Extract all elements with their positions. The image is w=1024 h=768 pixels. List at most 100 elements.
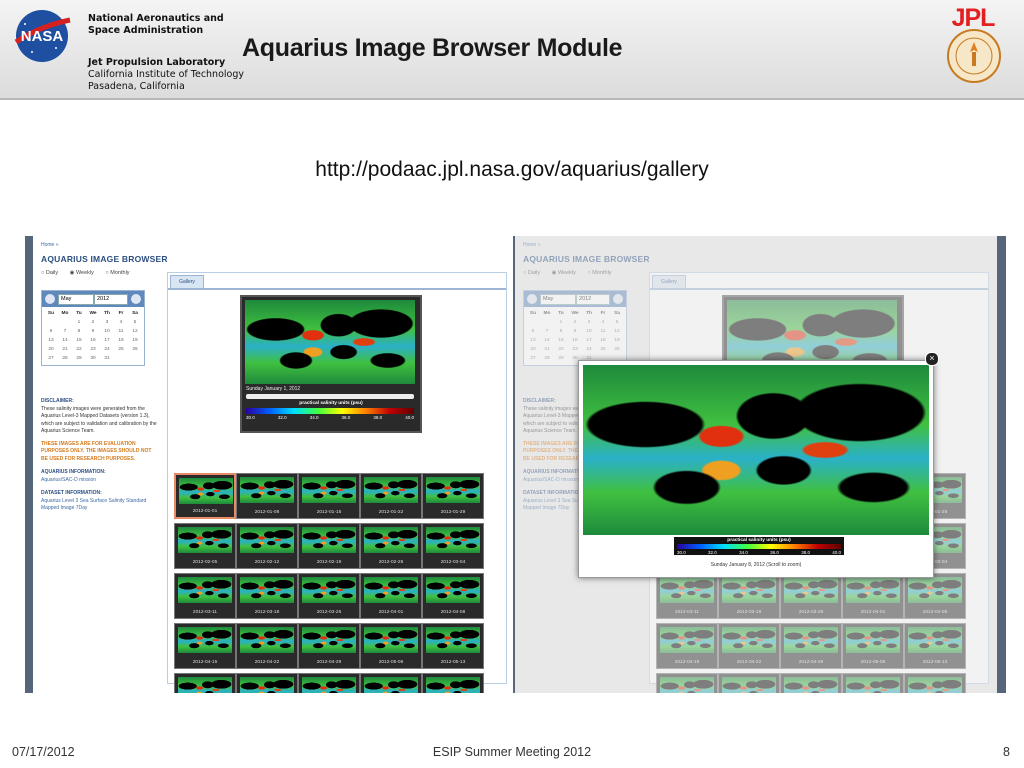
calendar-day[interactable]: 11 — [596, 329, 610, 334]
salinity-map[interactable] — [245, 300, 415, 384]
prev-month-icon[interactable] — [527, 294, 537, 304]
thumbnail-item[interactable]: 2012-06-03 — [298, 673, 360, 693]
thumbnail-item[interactable]: 2012-04-08 — [904, 573, 966, 619]
calendar-day[interactable]: 3 — [582, 320, 596, 325]
thumbnail-item[interactable]: 2012-02-12 — [236, 523, 298, 569]
thumbnail-item[interactable]: 2012-02-05 — [174, 523, 236, 569]
preview-image[interactable]: Sunday January 1, 2012 practical salinit… — [240, 295, 422, 433]
thumbnail-item[interactable]: 2012-02-26 — [360, 523, 422, 569]
calendar-day[interactable]: 23 — [86, 347, 100, 352]
calendar-day[interactable]: 22 — [72, 347, 86, 352]
calendar-day[interactable]: 15 — [554, 338, 568, 343]
thumbnail-item[interactable]: 2012-01-22 — [360, 473, 422, 519]
calendar-day[interactable]: 16 — [568, 338, 582, 343]
calendar-day[interactable]: 8 — [72, 329, 86, 334]
calendar-day[interactable]: 13 — [526, 338, 540, 343]
calendar-day[interactable]: 18 — [596, 338, 610, 343]
thumbnail-item[interactable]: 2012-04-29 — [780, 623, 842, 669]
thumbnail-item[interactable]: 2012-04-29 — [298, 623, 360, 669]
calendar-day[interactable]: 26 — [610, 347, 624, 352]
tab-gallery[interactable]: Gallery — [652, 275, 686, 289]
calendar-day[interactable]: 12 — [128, 329, 142, 334]
thumbnail-item[interactable]: 2012-03-04 — [422, 523, 484, 569]
calendar-day[interactable]: 26 — [128, 347, 142, 352]
thumbnail-item[interactable]: 2012-02-19 — [298, 523, 360, 569]
thumbnail-item[interactable]: 2012-01-08 — [236, 473, 298, 519]
thumbnail-item[interactable]: 2012-03-18 — [718, 573, 780, 619]
month-select[interactable]: May — [540, 294, 576, 305]
calendar-day[interactable]: 5 — [128, 320, 142, 325]
thumbnail-item[interactable]: 2012-05-06 — [360, 623, 422, 669]
date-slider[interactable] — [246, 394, 414, 399]
calendar-day[interactable]: 17 — [582, 338, 596, 343]
calendar-day[interactable]: 8 — [554, 329, 568, 334]
calendar-day[interactable]: 19 — [610, 338, 624, 343]
thumbnail-item[interactable]: 2012-04-01 — [842, 573, 904, 619]
thumbnail-item[interactable]: 2012-06-17 — [904, 673, 966, 693]
calendar-day[interactable]: 22 — [554, 347, 568, 352]
thumbnail-item[interactable]: 2012-05-13 — [904, 623, 966, 669]
calendar-day[interactable]: 20 — [44, 347, 58, 352]
calendar-day[interactable]: 28 — [540, 356, 554, 361]
tab-gallery[interactable]: Gallery — [170, 275, 204, 289]
next-month-icon[interactable] — [131, 294, 141, 304]
calendar-day[interactable]: 2 — [86, 320, 100, 325]
thumbnail-item[interactable]: 2012-03-25 — [298, 573, 360, 619]
calendar-day[interactable]: 12 — [610, 329, 624, 334]
calendar-day[interactable]: 10 — [100, 329, 114, 334]
calendar-day[interactable]: 24 — [100, 347, 114, 352]
calendar-day[interactable]: 10 — [582, 329, 596, 334]
radio-daily[interactable]: ○ Daily — [41, 270, 63, 276]
calendar-day[interactable]: 5 — [610, 320, 624, 325]
calendar-day[interactable]: 4 — [114, 320, 128, 325]
calendar-day[interactable]: 11 — [114, 329, 128, 334]
calendar-day[interactable]: 14 — [540, 338, 554, 343]
month-select[interactable]: May — [58, 294, 94, 305]
thumbnail-item[interactable]: 2012-04-15 — [174, 623, 236, 669]
thumbnail-item[interactable]: 2012-04-01 — [360, 573, 422, 619]
thumbnail-item[interactable]: 2012-04-08 — [422, 573, 484, 619]
calendar-day[interactable]: 23 — [568, 347, 582, 352]
thumbnail-item[interactable]: 2012-05-27 — [236, 673, 298, 693]
gallery-url[interactable]: http://podaac.jpl.nasa.gov/aquarius/gall… — [0, 158, 1024, 182]
calendar-day[interactable]: 25 — [596, 347, 610, 352]
calendar-day[interactable]: 31 — [100, 356, 114, 361]
thumbnail-item[interactable]: 2012-06-10 — [360, 673, 422, 693]
thumbnail-item[interactable]: 2012-05-20 — [656, 673, 718, 693]
aquarius-mission-link[interactable]: Aquarius/SAC-D mission — [41, 477, 159, 485]
calendar-day[interactable]: 27 — [526, 356, 540, 361]
calendar-day[interactable]: 16 — [86, 338, 100, 343]
calendar-day[interactable]: 7 — [540, 329, 554, 334]
radio-monthly[interactable]: ○ Monthly — [105, 270, 134, 276]
calendar-day[interactable]: 1 — [72, 320, 86, 325]
calendar-day[interactable]: 13 — [44, 338, 58, 343]
thumbnail-item[interactable]: 2012-03-11 — [174, 573, 236, 619]
calendar-day[interactable]: 30 — [86, 356, 100, 361]
calendar-day[interactable]: 1 — [554, 320, 568, 325]
calendar-day[interactable]: 21 — [58, 347, 72, 352]
calendar-day[interactable]: 9 — [86, 329, 100, 334]
calendar-day[interactable]: 18 — [114, 338, 128, 343]
calendar-day[interactable]: 7 — [58, 329, 72, 334]
thumbnail-item[interactable]: 2012-05-13 — [422, 623, 484, 669]
thumbnail-item[interactable]: 2012-04-15 — [656, 623, 718, 669]
thumbnail-item[interactable]: 2012-03-25 — [780, 573, 842, 619]
thumbnail-item[interactable]: 2012-05-27 — [718, 673, 780, 693]
year-select[interactable]: 2012 — [94, 294, 128, 305]
prev-month-icon[interactable] — [45, 294, 55, 304]
calendar-day[interactable]: 29 — [554, 356, 568, 361]
thumbnail-item[interactable]: 2012-03-18 — [236, 573, 298, 619]
next-month-icon[interactable] — [613, 294, 623, 304]
radio-weekly[interactable]: ◉ Weekly — [552, 270, 581, 276]
calendar-day[interactable]: 6 — [526, 329, 540, 334]
year-select[interactable]: 2012 — [576, 294, 610, 305]
thumbnail-item[interactable]: 2012-01-15 — [298, 473, 360, 519]
thumbnail-item[interactable]: 2012-05-06 — [842, 623, 904, 669]
breadcrumb[interactable]: Home » — [41, 242, 59, 248]
thumbnail-item[interactable]: 2012-06-03 — [780, 673, 842, 693]
calendar-day[interactable]: 19 — [128, 338, 142, 343]
radio-daily[interactable]: ○ Daily — [523, 270, 545, 276]
calendar-day[interactable]: 2 — [568, 320, 582, 325]
calendar-day[interactable]: 17 — [100, 338, 114, 343]
calendar-day[interactable]: 29 — [72, 356, 86, 361]
